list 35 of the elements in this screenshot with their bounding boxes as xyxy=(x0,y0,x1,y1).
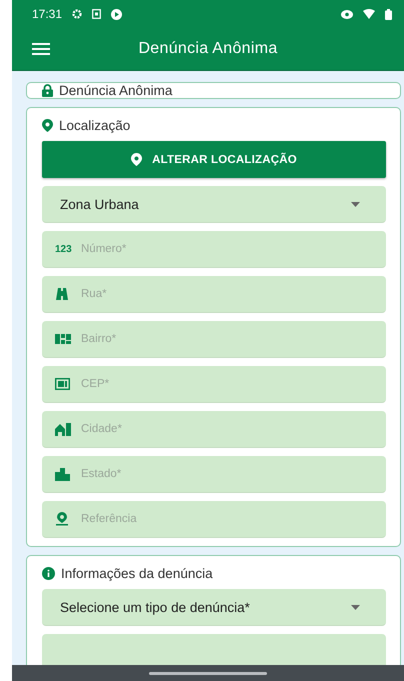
house-icon xyxy=(55,422,71,436)
dropdown-field[interactable]: Selecione um tipo de denúncia* xyxy=(42,589,386,626)
input-field[interactable]: Bairro* xyxy=(42,321,386,358)
input-field[interactable] xyxy=(42,634,386,665)
section-title: Informações da denúncia xyxy=(61,566,213,581)
home-handle[interactable] xyxy=(149,672,267,674)
calculator-icon xyxy=(55,378,70,390)
gear-icon xyxy=(72,9,82,19)
menu-button[interactable] xyxy=(32,42,50,56)
input-field[interactable]: Referência xyxy=(42,501,386,538)
location-pin-icon xyxy=(55,512,69,526)
input-field[interactable]: Estado* xyxy=(42,456,386,493)
dropdown-arrow-icon xyxy=(351,202,360,206)
section-title: Denúncia Anônima xyxy=(59,83,172,98)
location-pin-icon xyxy=(131,153,142,166)
input-field[interactable]: Cidade* xyxy=(42,411,386,448)
sim-card-icon xyxy=(92,9,102,19)
input-field[interactable]: CEP* xyxy=(42,366,386,403)
road-icon xyxy=(55,288,69,300)
input-field[interactable]: 123 Número* xyxy=(42,231,386,268)
battery-icon xyxy=(385,8,392,20)
input-field[interactable]: Rua* xyxy=(42,276,386,313)
wifi-icon xyxy=(363,9,375,19)
change-location-button[interactable]: ALTERAR LOCALIZAÇÃO xyxy=(42,141,386,178)
blocks-icon xyxy=(55,333,71,345)
location-pin-icon xyxy=(42,119,53,132)
eye-icon xyxy=(341,10,353,18)
dropdown-arrow-icon xyxy=(351,604,360,610)
section-title: Localização xyxy=(59,118,130,133)
dropdown-field[interactable]: Zona Urbana xyxy=(42,186,386,223)
numbers-icon: 123 xyxy=(55,244,72,254)
app-title: Denúncia Anônima xyxy=(137,40,279,58)
info-icon xyxy=(42,567,55,580)
status-time: 17:31 xyxy=(32,7,62,21)
buildings-icon xyxy=(55,468,70,480)
